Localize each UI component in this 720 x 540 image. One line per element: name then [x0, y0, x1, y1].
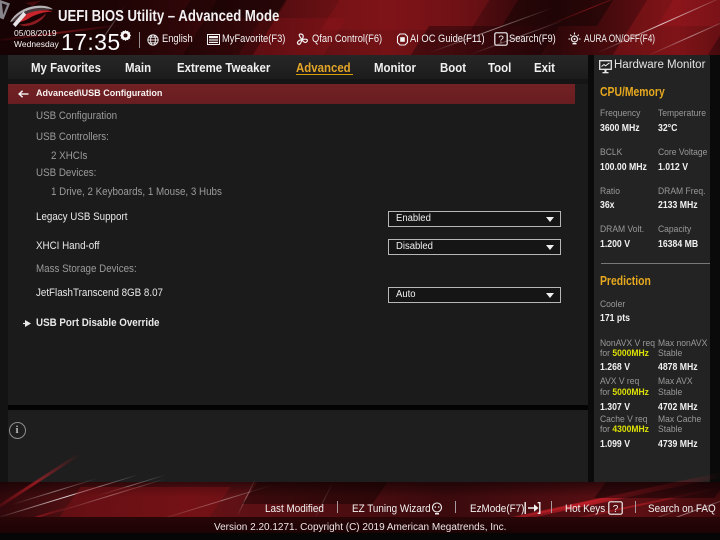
svg-text:?: ? [613, 504, 619, 515]
svg-text:?: ? [498, 35, 504, 46]
